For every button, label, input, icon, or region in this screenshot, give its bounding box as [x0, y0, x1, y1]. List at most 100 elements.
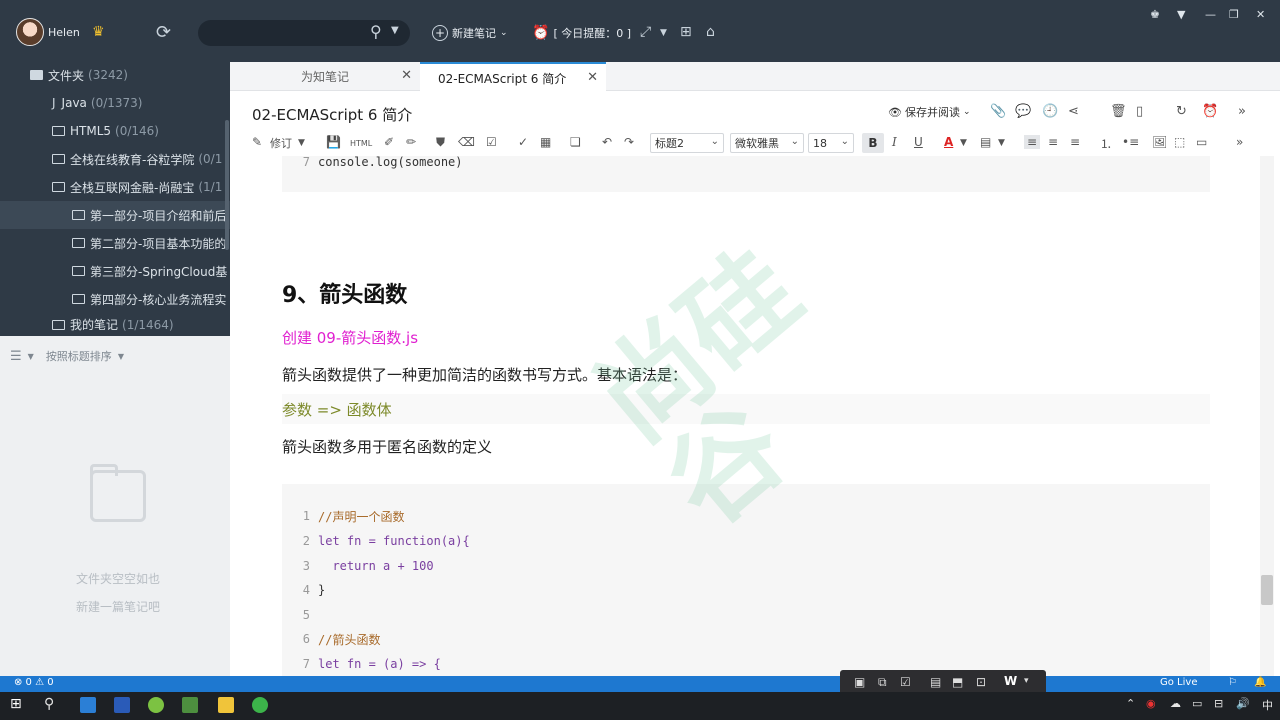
search-box[interactable]: ⚲ ▼ — [198, 20, 410, 46]
sidebar-item-java[interactable]: J Java (0/1373) — [0, 89, 230, 117]
word-taskbar-icon[interactable] — [114, 697, 130, 713]
sidebar-scrollbar[interactable] — [225, 120, 229, 250]
folder-out-icon[interactable]: ⧉ — [878, 675, 887, 690]
sidebar-item-guli[interactable]: 全栈在线教育-谷粒学院 (0/1 — [0, 145, 230, 173]
sort-dropdown[interactable]: ☰ ▼ 按照标题排序 ▼ — [10, 348, 124, 364]
tray-app-icon[interactable]: ◉ — [1146, 697, 1156, 710]
wechat-taskbar-icon[interactable] — [252, 697, 268, 713]
sidebar-item-part1[interactable]: 第一部分-项目介绍和前后 — [0, 201, 230, 229]
note-content[interactable]: 7 console.log(someone) 9、箭头函数 创建 09-箭头函数.… — [230, 156, 1260, 676]
italic-button[interactable]: I — [892, 135, 897, 149]
expand-icon[interactable]: ⤢ — [640, 24, 651, 40]
tab-es6-intro[interactable]: 02-ECMAScript 6 简介 ✕ — [420, 62, 606, 92]
format-painter-icon[interactable]: ⛊ — [436, 135, 445, 150]
font-color-button[interactable]: A — [944, 135, 953, 149]
minimize-icon[interactable]: — — [1205, 8, 1216, 21]
search-icon[interactable]: ⚲ — [370, 22, 382, 41]
save-icon[interactable]: 💾 — [326, 135, 341, 149]
bold-button[interactable]: B — [862, 133, 884, 153]
note-icon[interactable]: ▣ — [854, 675, 865, 689]
sidebar-item-part4[interactable]: 第四部分-核心业务流程实 — [0, 285, 230, 313]
sidebar-item-folders[interactable]: 文件夹 (3242) — [0, 61, 230, 89]
volume-icon[interactable]: 🔊 — [1236, 697, 1250, 710]
calendar-icon[interactable]: ▤ — [930, 675, 941, 689]
create-file-link[interactable]: 创建 09-箭头函数.js — [282, 327, 418, 348]
insert-table-icon[interactable]: ▭ — [1196, 135, 1207, 149]
checklist-icon[interactable]: ☑ — [486, 135, 497, 149]
pen-icon[interactable]: ✐ — [384, 135, 394, 149]
close-icon[interactable]: ✕ — [587, 70, 598, 85]
align-left-icon[interactable]: ≡ — [1024, 135, 1041, 149]
reminder-button[interactable]: ⏰ [ 今日提醒：0 ] — [532, 25, 631, 41]
code-block-prev[interactable]: 7 console.log(someone) — [282, 156, 1210, 192]
skin-icon[interactable]: ♚ — [1150, 8, 1160, 21]
browser-taskbar-icon[interactable] — [148, 697, 164, 713]
username[interactable]: Helen — [48, 26, 80, 39]
document-scrollbar-thumb[interactable] — [1261, 575, 1273, 605]
image-icon[interactable]: 🖼 — [1152, 135, 1167, 149]
revise-button[interactable]: 修订 — [270, 135, 292, 151]
ime-indicator[interactable]: 中 — [1262, 697, 1273, 713]
chevron-down-icon[interactable]: ▼ — [960, 138, 967, 148]
list-view-icon[interactable]: ☰ — [10, 349, 22, 364]
vscode-taskbar-icon[interactable] — [80, 697, 96, 713]
more-tools-icon[interactable]: » — [1236, 135, 1243, 149]
note-title[interactable]: 02-ECMAScript 6 简介 — [252, 104, 412, 125]
chevron-down-icon[interactable]: ▼ — [298, 138, 305, 148]
chevron-down-icon[interactable]: ▾ — [1024, 676, 1029, 686]
html-icon[interactable]: HTML — [350, 139, 372, 148]
check-icon[interactable]: ☑ — [900, 675, 911, 689]
chevron-down-icon[interactable]: ▼ — [660, 28, 667, 38]
table-icon[interactable]: ▦ — [540, 135, 551, 149]
close-icon[interactable]: ✕ — [1256, 8, 1265, 21]
screenshot-icon[interactable]: ⬚ — [1174, 135, 1185, 149]
app-taskbar-icon[interactable] — [182, 697, 198, 713]
more-icon[interactable]: » — [1238, 104, 1246, 119]
avatar[interactable] — [16, 18, 44, 46]
feedback-icon[interactable]: ⚐ — [1228, 677, 1237, 688]
sidebar-item-html5[interactable]: HTML5 (0/146) — [0, 117, 230, 145]
grid-icon[interactable]: ⊡ — [976, 675, 986, 689]
checkbox-icon[interactable]: ✓ — [518, 135, 528, 149]
history-icon[interactable]: 🕘 — [1042, 104, 1058, 119]
bell-icon[interactable]: 🔔 — [1254, 677, 1266, 688]
go-live-button[interactable]: Go Live — [1160, 677, 1197, 688]
undo-icon[interactable]: ↶ — [602, 135, 612, 149]
eraser-icon[interactable]: ⌫ — [458, 135, 475, 149]
layout-icon[interactable]: ▯ — [1136, 104, 1143, 119]
problems-indicator[interactable]: ⊗ 0 ⚠ 0 — [14, 677, 54, 688]
font-select[interactable]: 微软雅黑 ⌄ — [730, 133, 804, 153]
new-note-button[interactable]: + 新建笔记 ⌄ — [432, 25, 508, 41]
tab-wiznote[interactable]: 为知笔记 ✕ — [230, 62, 420, 91]
sidebar-item-my-notes[interactable]: 我的笔记 (1/1464) — [0, 313, 230, 336]
chevron-down-icon[interactable]: ▼ — [391, 25, 399, 36]
comment-icon[interactable]: 💬 — [1015, 104, 1031, 119]
word-icon[interactable]: W — [1004, 674, 1017, 688]
file-explorer-taskbar-icon[interactable] — [218, 697, 234, 713]
save-and-read-button[interactable]: 👁 保存并阅读 ⌄ — [888, 104, 971, 120]
search-input[interactable] — [210, 23, 360, 43]
chevron-up-icon[interactable]: ⌃ — [1126, 697, 1135, 710]
sidebar-item-srb[interactable]: 全栈互联网金融-尚融宝 (1/1 — [0, 173, 230, 201]
underline-button[interactable]: U — [914, 135, 923, 149]
tray-cloud-icon[interactable]: ☁ — [1170, 697, 1181, 710]
copy-icon[interactable]: ❏ — [570, 135, 581, 149]
sync-note-icon[interactable]: ↻ — [1176, 104, 1187, 119]
sidebar-item-part2[interactable]: 第二部分-项目基本功能的 — [0, 229, 230, 257]
menu-icon[interactable]: ▼ — [1177, 8, 1185, 21]
clip-icon[interactable]: ⬒ — [952, 675, 963, 689]
search-icon[interactable]: ⚲ — [44, 696, 54, 712]
sync-icon[interactable]: ⟳ — [156, 22, 171, 43]
font-size-select[interactable]: 18 ⌄ — [808, 133, 854, 153]
revise-icon[interactable]: ✎ — [252, 135, 262, 149]
ordered-list-icon[interactable]: ⒈ — [1100, 135, 1112, 152]
battery-icon[interactable]: ▭ — [1192, 697, 1202, 710]
grid-icon[interactable]: ⊞ — [680, 24, 692, 40]
highlight-icon[interactable]: ▤ — [980, 135, 991, 149]
redo-icon[interactable]: ↷ — [624, 135, 634, 149]
close-icon[interactable]: ✕ — [401, 68, 412, 83]
share-icon[interactable]: ⋖ — [1068, 104, 1079, 119]
chevron-down-icon[interactable]: ▼ — [998, 138, 1005, 148]
attachment-icon[interactable]: 📎 — [990, 104, 1006, 119]
delete-icon[interactable]: 🗑 — [1110, 104, 1127, 119]
